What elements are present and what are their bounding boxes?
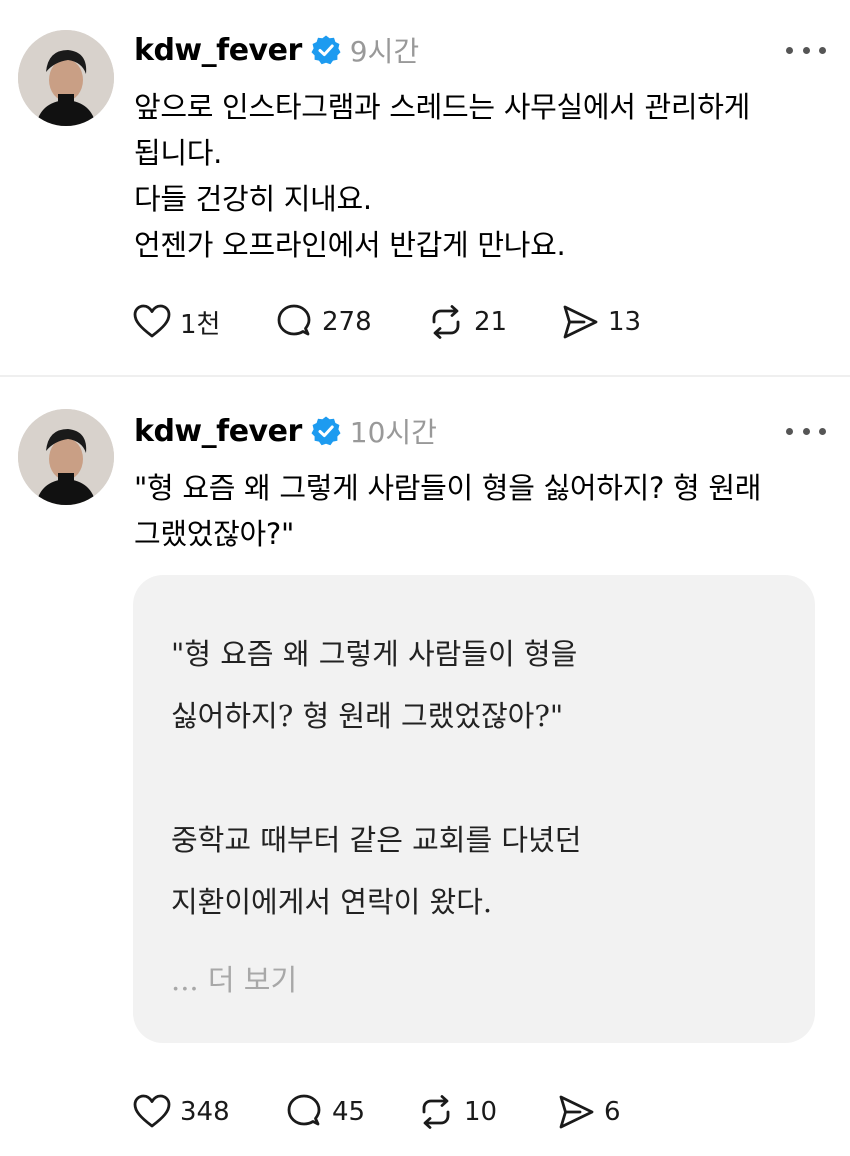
post-text-line: 됩니다. [134,136,223,170]
quoted-content-card[interactable]: "형 요즘 왜 그렇게 사람들이 형을 싫어하지? 형 원래 그랬었잖아?" 중… [133,575,815,1043]
comment-count: 278 [322,307,372,337]
more-options-icon[interactable] [786,421,826,441]
username[interactable]: kdw_fever [134,33,302,68]
verified-badge-icon [310,34,342,66]
share-button[interactable]: 6 [556,1092,621,1132]
post-time: 9시간 [349,35,420,68]
share-count: 13 [608,307,642,337]
share-count: 6 [604,1097,621,1127]
post-header: kdw_fever 9시간 [134,28,419,72]
repost-icon [432,305,460,339]
share-button[interactable]: 13 [560,302,641,342]
post-text-line: "형 요즘 왜 그렇게 사람들이 형을 싫어하지? 형 원래 [134,471,762,505]
send-icon [559,1095,594,1129]
heart-icon [133,1094,171,1128]
repost-count: 21 [474,307,508,337]
like-count: 1천 [180,309,221,340]
see-more-link[interactable]: ... 더 보기 [171,957,297,999]
comment-icon [277,304,311,336]
comment-count: 45 [332,1097,366,1127]
comment-button[interactable]: 45 [284,1092,416,1132]
quoted-text-blank-line [171,747,581,809]
post-text-line: 그랬었잖아?" [134,517,295,551]
quoted-text-line: 지환이에게서 연락이 왔다. [171,885,493,919]
like-count: 348 [180,1097,230,1127]
comment-button[interactable]: 278 [274,302,426,342]
quoted-text-line: 싫어하지? 형 원래 그랬었잖아?" [171,699,564,733]
post-text-line: 언젠가 오프라인에서 반갑게 만나요. [134,228,566,262]
send-icon [563,305,598,339]
post-actions: 1천 278 21 13 [132,302,641,342]
post-text-line: 다들 건강히 지내요. [134,182,372,216]
verified-badge-icon [310,415,342,447]
avatar[interactable] [18,409,114,505]
more-options-icon[interactable] [786,40,826,60]
repost-icon [422,1095,450,1129]
post-actions: 348 45 10 6 [132,1092,621,1132]
like-button[interactable]: 1천 [132,302,274,342]
post-header: kdw_fever 10시간 [134,409,437,453]
like-button[interactable]: 348 [132,1092,284,1132]
avatar[interactable] [18,30,114,126]
quoted-text-line: 중학교 때부터 같은 교회를 다녔던 [171,823,582,857]
thread-post: kdw_fever 10시간 "형 요즘 왜 그렇게 사람들이 형을 싫어하지?… [0,377,850,1156]
post-text-line: 앞으로 인스타그램과 스레드는 사무실에서 관리하게 [134,90,751,124]
post-text: "형 요즘 왜 그렇게 사람들이 형을 싫어하지? 형 원래 그랬었잖아?" [134,465,824,557]
repost-button[interactable]: 10 [416,1092,556,1132]
heart-icon [133,304,171,338]
post-time: 10시간 [349,416,437,449]
comment-icon [287,1094,321,1126]
repost-count: 10 [464,1097,498,1127]
username[interactable]: kdw_fever [134,414,302,449]
repost-button[interactable]: 21 [426,302,560,342]
post-text: 앞으로 인스타그램과 스레드는 사무실에서 관리하게 됩니다. 다들 건강히 지… [134,84,824,268]
thread-post: kdw_fever 9시간 앞으로 인스타그램과 스레드는 사무실에서 관리하게… [0,0,850,376]
quoted-text: "형 요즘 왜 그렇게 사람들이 형을 싫어하지? 형 원래 그랬었잖아?" 중… [171,623,581,933]
quoted-text-line: "형 요즘 왜 그렇게 사람들이 형을 [171,637,578,671]
